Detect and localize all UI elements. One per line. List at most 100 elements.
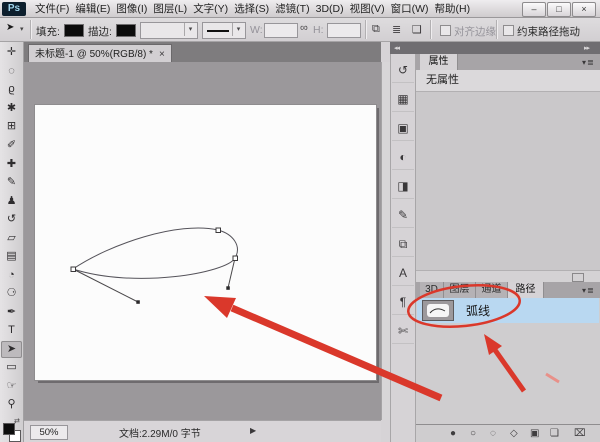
stroke-color-swatch[interactable]: [116, 24, 136, 37]
height-field[interactable]: [327, 23, 361, 38]
lasso-tool[interactable]: ϱ: [1, 81, 22, 98]
canvas[interactable]: [35, 105, 376, 380]
document-tab[interactable]: 未标题-1 @ 50%(RGB/8) * ×: [28, 44, 172, 63]
healing-brush-tool[interactable]: ✚: [1, 156, 22, 173]
menu-view[interactable]: 视图(V): [347, 0, 388, 17]
panel-menu-icon[interactable]: ▾≣: [582, 58, 595, 67]
menu-help[interactable]: 帮助(H): [432, 0, 474, 17]
stroke-style-preview: [207, 30, 229, 32]
crop-tool[interactable]: ⊞: [1, 118, 22, 135]
brush-settings-panel-icon[interactable]: ✎: [392, 203, 414, 228]
move-tool[interactable]: ✛: [1, 44, 22, 61]
separator: [30, 20, 31, 39]
libraries-panel-icon[interactable]: ▣: [392, 116, 414, 141]
measurement-panel-icon[interactable]: ✄: [392, 319, 414, 344]
path-thumbnail-shape: [427, 304, 449, 317]
new-path-button[interactable]: ❏: [550, 428, 559, 439]
properties-empty-area: [416, 92, 600, 270]
hand-tool[interactable]: ☞: [1, 378, 22, 395]
tab-paths[interactable]: 路径: [508, 282, 544, 298]
properties-tab-bar: 属性 ▾≣: [416, 54, 600, 70]
chevron-down-icon[interactable]: ▾: [232, 23, 244, 36]
path-alignment-icon[interactable]: ≣: [392, 23, 401, 36]
type-tool[interactable]: T: [1, 322, 22, 339]
paragraph-panel-icon[interactable]: ¶: [392, 290, 414, 315]
collapse-panels-icon[interactable]: ▸▸: [584, 44, 590, 52]
tab-3d[interactable]: 3D: [420, 282, 444, 298]
properties-content: 无属性: [416, 70, 600, 92]
menu-window[interactable]: 窗口(W): [388, 0, 432, 17]
history-panel-icon[interactable]: ↺: [392, 58, 414, 83]
trash-icon[interactable]: [572, 273, 584, 282]
tab-properties[interactable]: 属性: [420, 54, 458, 70]
fill-path-button[interactable]: ●: [450, 428, 456, 439]
tab-layers[interactable]: 图层: [444, 282, 476, 298]
stroke-label: 描边:: [88, 26, 112, 38]
path-selection-tool[interactable]: ➤: [1, 341, 22, 358]
path-item-label: 弧线: [466, 304, 491, 318]
eyedropper-tool[interactable]: ✐: [1, 137, 22, 154]
dodge-tool[interactable]: ⚆: [1, 285, 22, 302]
add-mask-button[interactable]: ▣: [530, 428, 539, 439]
zoom-level-field[interactable]: 50%: [30, 425, 68, 440]
minimize-button[interactable]: –: [522, 2, 546, 17]
path-operations-icon[interactable]: ⧉: [372, 23, 380, 36]
link-dimensions-icon[interactable]: ∞: [300, 22, 308, 34]
menu-select[interactable]: 选择(S): [231, 0, 272, 17]
eraser-tool[interactable]: ▱: [1, 230, 22, 247]
tab-channels[interactable]: 通道: [476, 282, 508, 298]
dock-header: ◂◂ ▸▸: [390, 42, 600, 54]
collapse-dock-icon[interactable]: ◂◂: [394, 44, 400, 52]
status-expand-icon[interactable]: ▶: [250, 426, 256, 435]
vertical-scrollbar[interactable]: [381, 62, 390, 420]
constrain-path-drag-label: 约束路径拖动: [517, 26, 580, 38]
stroke-path-button[interactable]: ○: [470, 428, 476, 439]
fill-color-swatch[interactable]: [64, 24, 84, 37]
swatches-panel-icon[interactable]: ▦: [392, 87, 414, 112]
menu-3d[interactable]: 3D(D): [313, 2, 347, 16]
pen-tool[interactable]: ✒: [1, 304, 22, 321]
maximize-button[interactable]: □: [547, 2, 571, 17]
align-edges-label: 对齐边缘: [454, 26, 496, 38]
zoom-tool[interactable]: ⚲: [1, 396, 22, 413]
quick-selection-tool[interactable]: ✱: [1, 100, 22, 117]
character-panel-icon[interactable]: A: [392, 261, 414, 286]
stroke-width-dropdown[interactable]: ▾: [140, 22, 198, 39]
delete-path-button[interactable]: ⌧: [574, 428, 586, 439]
tab-close-icon[interactable]: ×: [159, 46, 165, 63]
path-thumbnail[interactable]: [422, 300, 454, 321]
adjustments-panel-icon[interactable]: ◐: [392, 145, 414, 170]
stroke-style-dropdown[interactable]: ▾: [202, 22, 246, 39]
chevron-down-icon[interactable]: ▾: [184, 23, 196, 36]
gradient-tool[interactable]: ▤: [1, 248, 22, 265]
clone-stamp-tool[interactable]: ♟: [1, 193, 22, 210]
load-selection-button[interactable]: ◌: [490, 428, 496, 439]
brush-tool[interactable]: ✎: [1, 174, 22, 191]
tool-preset-caret-icon[interactable]: ▾: [20, 25, 24, 33]
styles-panel-icon[interactable]: ◨: [392, 174, 414, 199]
menu-filter[interactable]: 滤镜(T): [272, 0, 312, 17]
width-label: W:: [250, 24, 263, 36]
blur-tool[interactable]: ◔: [1, 267, 22, 284]
document-tab-title: 未标题-1 @ 50%(RGB/8) *: [35, 48, 153, 60]
clone-source-panel-icon[interactable]: ⧉: [392, 232, 414, 257]
swap-colors-icon[interactable]: ⇄: [14, 417, 20, 425]
make-work-path-button[interactable]: ◇: [510, 428, 518, 439]
menu-image[interactable]: 图像(I): [113, 0, 150, 17]
rectangle-tool[interactable]: ▭: [1, 359, 22, 376]
width-field[interactable]: [264, 23, 298, 38]
path-arrangement-icon[interactable]: ❑: [412, 23, 422, 36]
panel-icon-dock: ↺ ▦ ▣ ◐ ◨ ✎ ⧉ A ¶ ✄: [390, 54, 416, 442]
marquee-tool[interactable]: ◌: [1, 63, 22, 80]
close-button[interactable]: ×: [572, 2, 596, 17]
constrain-path-drag-checkbox[interactable]: [503, 25, 514, 36]
panel-menu-icon[interactable]: ▾≣: [582, 286, 595, 295]
history-brush-tool[interactable]: ↺: [1, 211, 22, 228]
menu-layer[interactable]: 图层(L): [150, 0, 190, 17]
tool-preset-icon[interactable]: ➤: [6, 22, 14, 33]
path-item-row[interactable]: 弧线: [417, 298, 599, 323]
align-edges-checkbox[interactable]: [440, 25, 451, 36]
menu-file[interactable]: 文件(F): [32, 0, 72, 17]
menu-edit[interactable]: 编辑(E): [72, 0, 113, 17]
menu-type[interactable]: 文字(Y): [190, 0, 231, 17]
